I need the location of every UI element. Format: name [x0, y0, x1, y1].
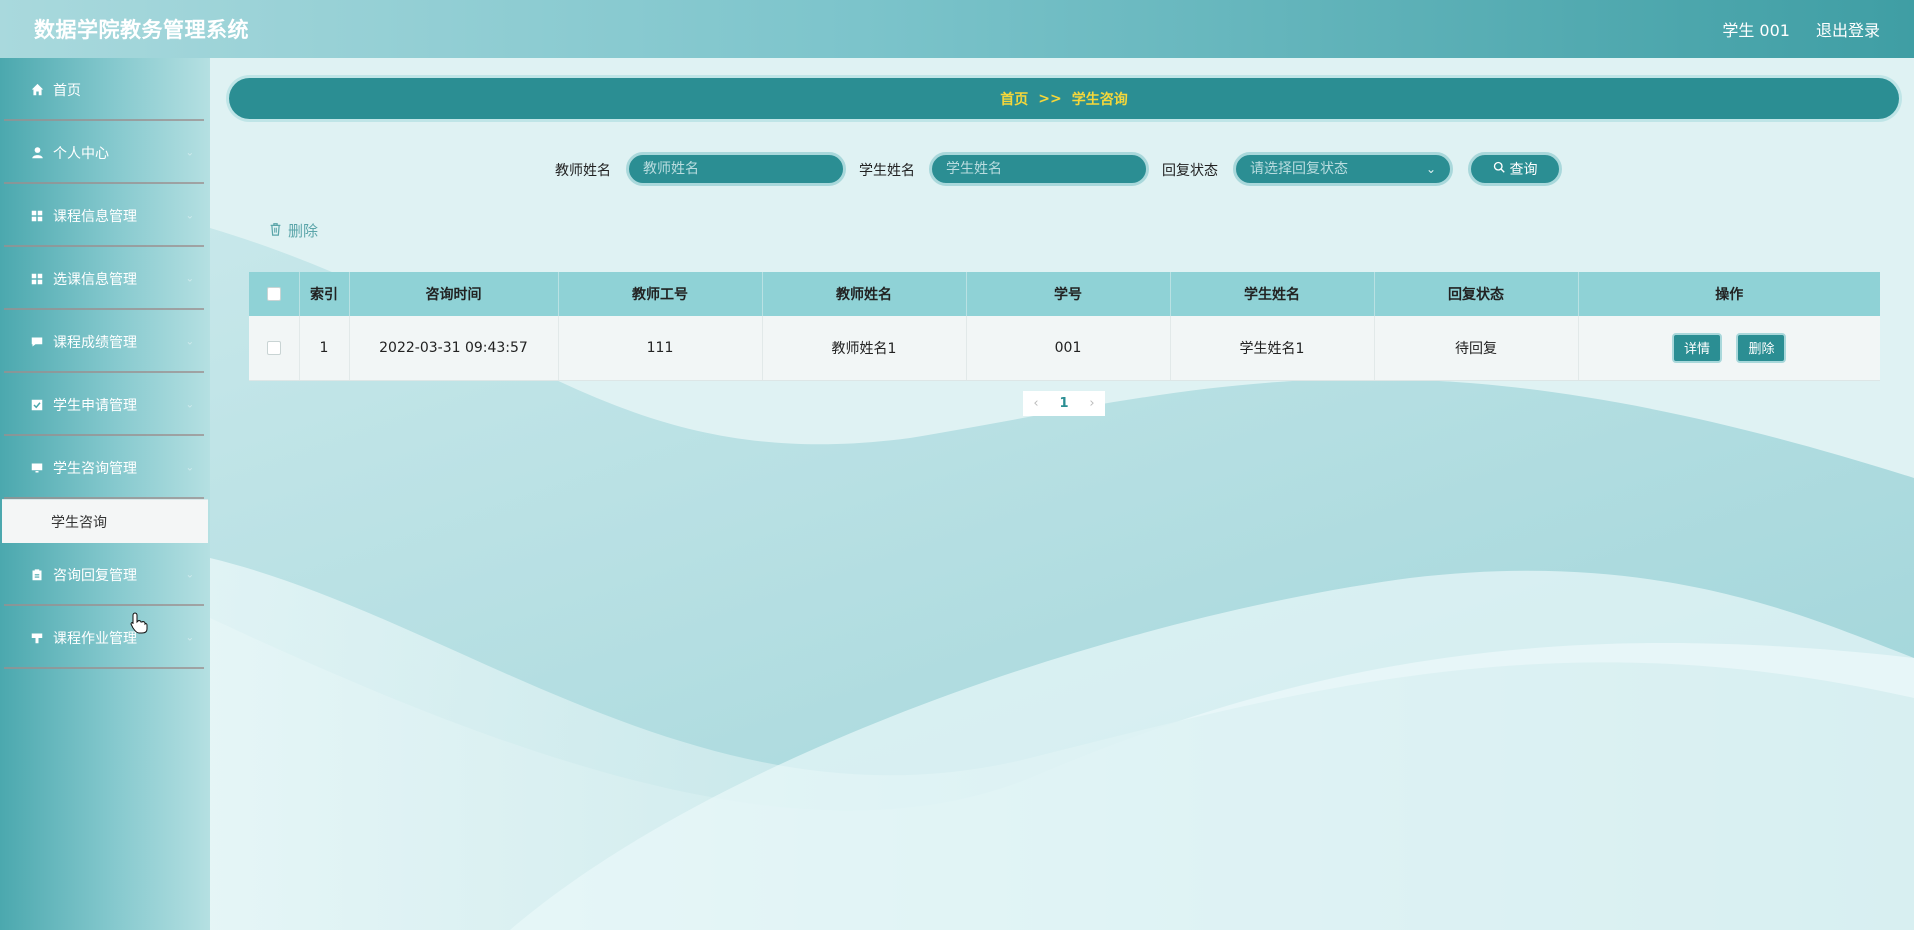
home-icon	[30, 83, 44, 97]
batch-delete-button[interactable]: 删除	[269, 220, 318, 241]
column-header: 咨询时间	[349, 272, 559, 316]
sidebar-item-label: 学生申请管理	[53, 397, 137, 414]
clipboard-icon	[30, 568, 44, 582]
search-button-label: 查询	[1509, 162, 1538, 178]
sidebar-item-personal-center[interactable]: 个人中心 ⌄	[0, 121, 210, 184]
cell-student-id: 001	[966, 316, 1171, 381]
monitor-icon	[30, 461, 44, 475]
detail-button[interactable]: 详情	[1672, 332, 1723, 363]
sidebar-item-label: 课程信息管理	[53, 208, 137, 225]
chevron-down-icon: ⌄	[185, 147, 194, 158]
chevron-down-icon: ⌄	[185, 399, 194, 410]
checkbox-icon	[30, 398, 44, 412]
student-name-label: 学生姓名	[859, 163, 915, 179]
chevron-down-icon: ⌄	[1425, 162, 1436, 176]
grid-icon	[30, 209, 44, 223]
chevron-down-icon: ⌄	[185, 632, 194, 643]
chevron-down-icon: ⌄	[185, 336, 194, 347]
breadcrumb-current: 学生咨询	[1071, 91, 1128, 108]
teacher-name-field[interactable]	[626, 152, 846, 186]
sidebar: 首页 个人中心 ⌄ 课程信息管理 ⌄ 选课信息管理 ⌄ 课程成绩管理 ⌄ 学生申…	[0, 58, 210, 930]
table-header-row: 索引 咨询时间 教师工号 教师姓名 学号 学生姓名 回复状态 操作	[249, 272, 1880, 316]
cell-index: 1	[299, 316, 350, 381]
student-name-input[interactable]	[946, 161, 1132, 177]
column-header: 学生姓名	[1170, 272, 1375, 316]
column-header: 回复状态	[1374, 272, 1579, 316]
row-select-cell[interactable]	[249, 316, 300, 381]
sidebar-item-label: 学生咨询管理	[53, 460, 137, 477]
breadcrumb-home[interactable]: 首页	[1000, 89, 1028, 109]
cell-actions: 详情 删除	[1578, 316, 1880, 381]
sidebar-item-label: 个人中心	[53, 145, 109, 162]
reply-status-input[interactable]	[1250, 161, 1436, 177]
search-icon	[1493, 161, 1505, 177]
sidebar-item-course-homework[interactable]: 课程作业管理 ⌄	[0, 606, 210, 669]
sidebar-item-label: 选课信息管理	[53, 271, 137, 288]
column-header: 学号	[966, 272, 1171, 316]
teacher-name-label: 教师姓名	[555, 163, 611, 179]
breadcrumb-separator: >>	[1038, 90, 1062, 107]
grid-icon	[30, 272, 44, 286]
search-bar: 教师姓名 学生姓名 回复状态 ⌄ 查询	[0, 152, 1914, 186]
table-row: 1 2022-03-31 09:43:57 111 教师姓名1 001 学生姓名…	[249, 316, 1880, 381]
submenu-item-student-consultation[interactable]: 学生咨询	[2, 499, 208, 543]
batch-delete-label: 删除	[288, 222, 319, 240]
stamp-icon	[30, 631, 44, 645]
cell-student-name: 学生姓名1	[1170, 316, 1375, 381]
chevron-down-icon: ⌄	[185, 569, 194, 580]
cell-teacher-id: 111	[558, 316, 763, 381]
student-name-field[interactable]	[929, 152, 1149, 186]
sidebar-item-label: 课程成绩管理	[53, 334, 137, 351]
message-icon	[30, 335, 44, 349]
sidebar-item-label: 课程作业管理	[53, 630, 137, 647]
row-checkbox[interactable]	[266, 340, 281, 355]
search-button[interactable]: 查询	[1468, 152, 1562, 186]
sidebar-item-home[interactable]: 首页	[0, 58, 210, 121]
cell-teacher-name: 教师姓名1	[762, 316, 967, 381]
app-title: 数据学院教务管理系统	[34, 18, 249, 42]
column-header: 索引	[299, 272, 350, 316]
sidebar-item-label: 首页	[53, 82, 81, 99]
sidebar-item-course-selection[interactable]: 选课信息管理 ⌄	[0, 247, 210, 310]
column-header: 教师姓名	[762, 272, 967, 316]
teacher-name-input[interactable]	[643, 161, 829, 177]
sidebar-item-label: 咨询回复管理	[53, 567, 137, 584]
reply-status-label: 回复状态	[1162, 163, 1218, 179]
header-user-area: 学生 001 退出登录	[1722, 17, 1880, 41]
top-header: 数据学院教务管理系统 学生 001 退出登录	[0, 0, 1914, 58]
breadcrumb: 首页 >> 学生咨询	[229, 78, 1899, 119]
consultation-table: 索引 咨询时间 教师工号 教师姓名 学号 学生姓名 回复状态 操作 1 2022…	[249, 272, 1880, 381]
column-header: 教师工号	[558, 272, 763, 316]
sidebar-item-student-applications[interactable]: 学生申请管理 ⌄	[0, 373, 210, 436]
reply-status-select[interactable]: ⌄	[1233, 152, 1453, 186]
background-wave-decoration	[210, 58, 1914, 930]
current-user: 学生 001	[1722, 21, 1790, 40]
cell-status: 待回复	[1374, 316, 1579, 381]
column-header: 操作	[1715, 287, 1744, 303]
sidebar-item-course-info[interactable]: 课程信息管理 ⌄	[0, 184, 210, 247]
chevron-down-icon: ⌄	[185, 273, 194, 284]
hand-cursor-icon	[130, 612, 148, 639]
delete-button[interactable]: 删除	[1736, 332, 1787, 363]
select-all-cell[interactable]	[249, 272, 300, 316]
sidebar-item-course-grades[interactable]: 课程成绩管理 ⌄	[0, 310, 210, 373]
sidebar-item-student-consultation[interactable]: 学生咨询管理 ⌄	[0, 436, 210, 499]
chevron-down-icon: ⌄	[185, 210, 194, 221]
logout-link[interactable]: 退出登录	[1816, 17, 1880, 41]
select-all-checkbox[interactable]	[266, 287, 281, 301]
cell-time: 2022-03-31 09:43:57	[349, 316, 559, 381]
page-number-current[interactable]: 1	[1059, 396, 1068, 411]
sidebar-item-consultation-reply[interactable]: 咨询回复管理 ⌄	[0, 543, 210, 606]
user-icon	[30, 146, 44, 160]
next-page-button[interactable]: ›	[1089, 396, 1094, 411]
pagination: ‹ 1 ›	[1023, 391, 1105, 416]
trash-icon	[269, 222, 282, 240]
chevron-up-icon: ⌄	[185, 462, 194, 473]
prev-page-button[interactable]: ‹	[1033, 396, 1038, 411]
